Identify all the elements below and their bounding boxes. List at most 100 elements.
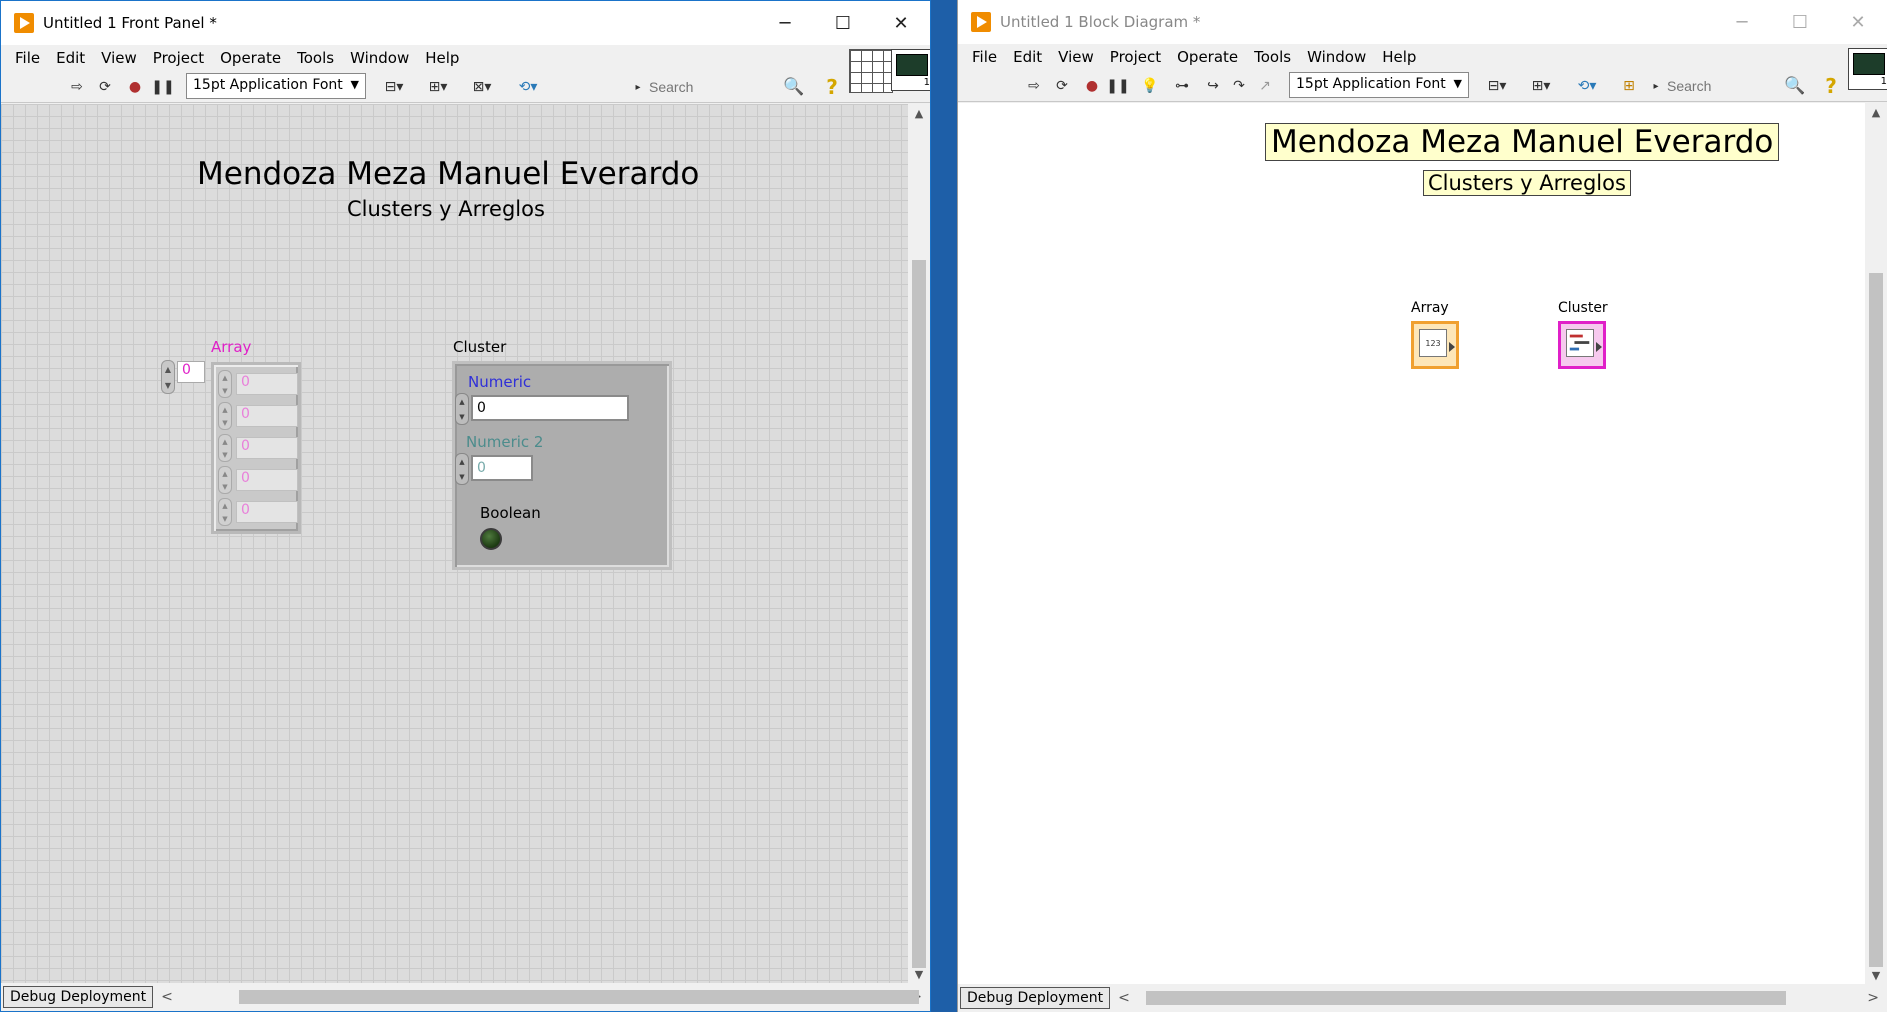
- run-continuously-icon[interactable]: ⟳: [1052, 77, 1072, 95]
- step-out-icon[interactable]: ↗: [1254, 77, 1276, 95]
- block-diagram-canvas[interactable]: Mendoza Meza Manuel Everardo Clusters y …: [958, 103, 1865, 984]
- search-box[interactable]: [1663, 74, 1793, 98]
- numeric2-field[interactable]: 0: [471, 455, 533, 481]
- search-icon[interactable]: 🔍: [783, 77, 805, 97]
- block-diagram-titlebar[interactable]: Untitled 1 Block Diagram * ─ ☐ ✕: [958, 0, 1887, 44]
- menu-edit[interactable]: Edit: [1005, 48, 1050, 66]
- highlight-execution-icon[interactable]: 💡: [1140, 77, 1160, 95]
- reorder-icon[interactable]: ⟲▾: [511, 78, 545, 96]
- resize-objects-icon[interactable]: ⊠▾: [465, 78, 499, 96]
- array-element[interactable]: ▲ ▼ 0: [218, 498, 300, 526]
- array-element-value[interactable]: 0: [236, 469, 298, 491]
- context-help-icon[interactable]: ?: [821, 75, 843, 99]
- abort-icon[interactable]: ●: [125, 78, 145, 96]
- search-input[interactable]: [1663, 78, 1793, 94]
- menu-view[interactable]: View: [93, 49, 145, 67]
- menu-help[interactable]: Help: [1374, 48, 1424, 66]
- application-instance-label[interactable]: Debug Deployment: [960, 987, 1111, 1009]
- array-element[interactable]: ▲ ▼ 0: [218, 402, 300, 430]
- numeric2-label[interactable]: Numeric 2: [466, 433, 543, 451]
- menu-file[interactable]: File: [7, 49, 48, 67]
- vertical-scrollbar[interactable]: ▲ ▼: [1865, 103, 1887, 984]
- array-element-value[interactable]: 0: [236, 437, 298, 459]
- step-over-icon[interactable]: ↷: [1228, 77, 1250, 95]
- scroll-up-icon[interactable]: ▲: [1865, 103, 1887, 121]
- element-spinner-icon[interactable]: ▲ ▼: [218, 498, 232, 526]
- array-element-value[interactable]: 0: [236, 405, 298, 427]
- maximize-button[interactable]: ☐: [814, 1, 872, 45]
- menu-project[interactable]: Project: [1102, 48, 1169, 66]
- array-frame[interactable]: ▲ ▼ 0 ▲ ▼ 0 ▲ ▼ 0 ▲ ▼ 0 ▲ ▼ 0: [211, 362, 301, 534]
- retain-wire-values-icon[interactable]: ⊶: [1170, 77, 1194, 95]
- pause-icon[interactable]: ❚❚: [1106, 77, 1129, 95]
- scroll-down-icon[interactable]: ▼: [1865, 966, 1887, 984]
- search-input[interactable]: [645, 79, 775, 95]
- distribute-objects-icon[interactable]: ⊞▾: [421, 78, 455, 96]
- scroll-up-icon[interactable]: ▲: [908, 104, 930, 122]
- run-arrow-icon[interactable]: ⇨: [67, 78, 87, 96]
- scroll-left-icon[interactable]: <: [161, 989, 173, 1005]
- horizontal-scroll-thumb[interactable]: [1145, 991, 1786, 1005]
- cluster-frame[interactable]: Numeric ▲ ▼ 0 Numeric 2 ▲ ▼ 0 Boolean: [452, 361, 672, 570]
- vertical-scroll-thumb[interactable]: [1869, 273, 1883, 967]
- menu-operate[interactable]: Operate: [212, 49, 289, 67]
- horizontal-scrollbar[interactable]: [1136, 988, 1861, 1008]
- element-spinner-icon[interactable]: ▲ ▼: [218, 466, 232, 494]
- horizontal-scrollbar[interactable]: [179, 987, 919, 1007]
- array-element[interactable]: ▲ ▼ 0: [218, 466, 300, 494]
- array-index-field[interactable]: 0: [177, 361, 205, 383]
- numeric2-control[interactable]: ▲ ▼ 0: [455, 453, 535, 485]
- menu-tools[interactable]: Tools: [1246, 48, 1299, 66]
- connector-pane-icon[interactable]: [849, 49, 893, 93]
- menu-file[interactable]: File: [964, 48, 1005, 66]
- menu-edit[interactable]: Edit: [48, 49, 93, 67]
- panel-subtitle-label[interactable]: Clusters y Arreglos: [347, 197, 545, 221]
- close-button[interactable]: ✕: [872, 1, 930, 45]
- pause-icon[interactable]: ❚❚: [151, 78, 174, 96]
- horizontal-scroll-thumb[interactable]: [238, 990, 919, 1004]
- menu-operate[interactable]: Operate: [1169, 48, 1246, 66]
- run-continuously-icon[interactable]: ⟳: [95, 78, 115, 96]
- diagram-title-label[interactable]: Mendoza Meza Manuel Everardo: [1265, 123, 1780, 161]
- cluster-label[interactable]: Cluster: [453, 338, 506, 356]
- font-select[interactable]: 15pt Application Font ▼: [186, 73, 366, 99]
- element-spinner-icon[interactable]: ▲ ▼: [218, 434, 232, 462]
- scroll-right-icon[interactable]: >: [1867, 990, 1879, 1006]
- align-objects-icon[interactable]: ⊟▾: [377, 78, 411, 96]
- search-box[interactable]: [645, 75, 775, 99]
- array-element[interactable]: ▲ ▼ 0: [218, 434, 300, 462]
- close-button[interactable]: ✕: [1829, 0, 1887, 44]
- cluster-terminal-label[interactable]: Cluster: [1558, 300, 1608, 316]
- menu-window[interactable]: Window: [342, 49, 417, 67]
- front-panel-canvas[interactable]: Mendoza Meza Manuel Everardo Clusters y …: [1, 104, 908, 983]
- numeric-spinner-icon[interactable]: ▲ ▼: [455, 393, 469, 425]
- application-instance-label[interactable]: Debug Deployment: [3, 986, 154, 1008]
- menu-project[interactable]: Project: [145, 49, 212, 67]
- array-label[interactable]: Array: [211, 338, 251, 356]
- vi-icon[interactable]: 1: [891, 49, 930, 91]
- scroll-down-icon[interactable]: ▼: [908, 965, 930, 983]
- numeric2-spinner-icon[interactable]: ▲ ▼: [455, 453, 469, 485]
- font-select[interactable]: 15pt Application Font ▼: [1289, 72, 1469, 98]
- step-into-icon[interactable]: ↪: [1202, 77, 1224, 95]
- array-index-display[interactable]: ▲ ▼ 0: [161, 360, 205, 394]
- menu-help[interactable]: Help: [417, 49, 467, 67]
- vertical-scroll-thumb[interactable]: [912, 260, 926, 968]
- boolean-led-indicator[interactable]: [480, 528, 502, 550]
- context-help-icon[interactable]: ?: [1820, 74, 1842, 98]
- scroll-left-icon[interactable]: <: [1118, 990, 1130, 1006]
- maximize-button[interactable]: ☐: [1771, 0, 1829, 44]
- reorder-icon[interactable]: ⟲▾: [1570, 77, 1604, 95]
- cluster-terminal[interactable]: [1558, 321, 1606, 369]
- menu-window[interactable]: Window: [1299, 48, 1374, 66]
- distribute-objects-icon[interactable]: ⊞▾: [1524, 77, 1558, 95]
- run-arrow-icon[interactable]: ⇨: [1024, 77, 1044, 95]
- abort-icon[interactable]: ●: [1082, 77, 1102, 95]
- diagram-subtitle-label[interactable]: Clusters y Arreglos: [1423, 170, 1631, 196]
- menu-view[interactable]: View: [1050, 48, 1102, 66]
- numeric-field[interactable]: 0: [471, 395, 629, 421]
- element-spinner-icon[interactable]: ▲ ▼: [218, 370, 232, 398]
- array-element[interactable]: ▲ ▼ 0: [218, 370, 300, 398]
- array-element-value[interactable]: 0: [236, 501, 298, 523]
- boolean-label[interactable]: Boolean: [480, 504, 541, 522]
